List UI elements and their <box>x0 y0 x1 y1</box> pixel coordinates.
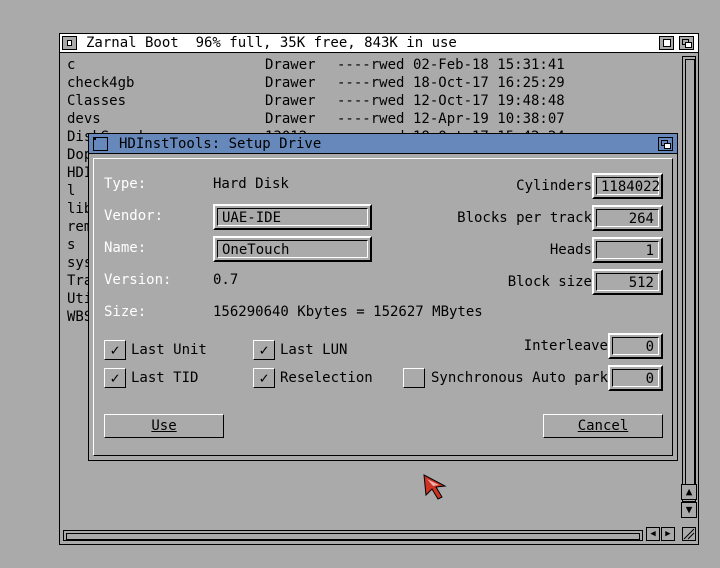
file-name: check4gb <box>67 75 135 91</box>
file-protection: ----rwed <box>337 93 405 109</box>
zoom-icon[interactable] <box>659 36 674 50</box>
last-tid-label: Last TID <box>131 370 199 386</box>
depth-icon[interactable] <box>679 36 694 50</box>
file-date: 12-Apr-19 10:38:07 <box>413 111 565 127</box>
cylinders-value: 1184022 <box>596 177 660 195</box>
version-value: 0.7 <box>213 272 239 288</box>
file-name: l <box>67 183 76 199</box>
dialog-title: HDInstTools: Setup Drive <box>119 136 322 152</box>
file-kind: Drawer <box>265 75 316 91</box>
last-lun-label: Last LUN <box>280 342 348 358</box>
resize-icon[interactable] <box>682 527 696 541</box>
blocks-per-track-field[interactable]: 264 <box>592 205 663 231</box>
last-unit-checkbox[interactable]: ✓ <box>104 340 126 360</box>
interleave-field[interactable]: 0 <box>608 333 663 359</box>
file-date: 18-Oct-17 16:25:29 <box>413 75 565 91</box>
synchronous-label: Synchronous <box>431 370 524 386</box>
reselection-label: Reselection <box>280 370 373 386</box>
auto-park-value: 0 <box>612 369 659 387</box>
cancel-button-label: Cancel <box>577 418 629 434</box>
scroll-left-icon[interactable]: ◀ <box>646 527 660 541</box>
close-icon[interactable] <box>62 36 77 50</box>
drawer-title: Zarnal Boot 96% full, 35K free, 843K in … <box>86 35 457 51</box>
block-size-value: 512 <box>596 273 659 291</box>
last-lun-checkbox[interactable]: ✓ <box>253 340 275 360</box>
scroll-right-icon[interactable]: ▶ <box>661 527 675 541</box>
synchronous-checkbox[interactable] <box>403 368 425 388</box>
use-button[interactable]: Use <box>104 414 224 438</box>
name-label: Name: <box>104 240 147 256</box>
vertical-scrollbar[interactable] <box>682 56 696 502</box>
vertical-scroll-knob[interactable] <box>685 59 695 499</box>
blocks-per-track-value: 264 <box>596 209 659 227</box>
file-kind: Drawer <box>265 93 316 109</box>
close-icon[interactable] <box>93 137 108 151</box>
cancel-button[interactable]: Cancel <box>543 414 663 438</box>
reselection-checkbox[interactable]: ✓ <box>253 368 275 388</box>
name-field[interactable]: OneTouch <box>213 236 372 262</box>
vendor-value: UAE-IDE <box>217 208 368 226</box>
last-unit-label: Last Unit <box>131 342 207 358</box>
vendor-label: Vendor: <box>104 208 164 224</box>
version-label: Version: <box>104 272 172 288</box>
dialog-title-bar[interactable]: HDInstTools: Setup Drive <box>89 134 677 154</box>
file-name: c <box>67 57 76 73</box>
scroll-down-icon[interactable]: ▼ <box>681 502 697 518</box>
horizontal-scroll-knob[interactable] <box>66 533 640 540</box>
dialog-panel: Type: Hard Disk Vendor: UAE-IDE Name: On… <box>93 158 673 456</box>
file-name: devs <box>67 111 101 127</box>
cylinders-label: Cylinders <box>516 178 592 194</box>
size-value: 156290640 Kbytes = 152627 MBytes <box>213 304 483 320</box>
use-button-label: Use <box>151 418 177 434</box>
file-kind: Drawer <box>265 57 316 73</box>
drawer-title-bar[interactable]: Zarnal Boot 96% full, 35K free, 843K in … <box>60 34 698 53</box>
file-protection: ----rwed <box>337 75 405 91</box>
file-protection: ----rwed <box>337 111 405 127</box>
last-tid-checkbox[interactable]: ✓ <box>104 368 126 388</box>
file-date: 12-Oct-17 19:48:48 <box>413 93 565 109</box>
heads-label: Heads <box>549 242 592 258</box>
name-value: OneTouch <box>217 240 368 258</box>
file-protection: ----rwed <box>337 57 405 73</box>
auto-park-field[interactable]: 0 <box>608 365 663 391</box>
interleave-label: Interleave <box>523 338 608 354</box>
block-size-label: Block size <box>507 274 592 290</box>
type-value: Hard Disk <box>213 176 289 192</box>
file-name: Classes <box>67 93 127 109</box>
interleave-value: 0 <box>612 337 659 355</box>
file-date: 02-Feb-18 15:31:41 <box>413 57 565 73</box>
vendor-field[interactable]: UAE-IDE <box>213 204 372 230</box>
file-name: s <box>67 237 76 253</box>
auto-park-label: Auto park <box>532 370 608 386</box>
setup-drive-dialog: HDInstTools: Setup Drive Type: Hard Disk… <box>88 133 678 461</box>
blocks-per-track-label: Blocks per track <box>457 210 592 226</box>
scroll-up-icon[interactable]: ▲ <box>681 484 697 500</box>
cylinders-field[interactable]: 1184022 <box>592 173 663 199</box>
heads-value: 1 <box>596 241 659 259</box>
mouse-pointer-icon <box>423 474 447 500</box>
heads-field[interactable]: 1 <box>592 237 663 263</box>
size-label: Size: <box>104 304 147 320</box>
file-kind: Drawer <box>265 111 316 127</box>
horizontal-scrollbar[interactable] <box>63 530 643 541</box>
depth-icon[interactable] <box>658 137 673 151</box>
type-label: Type: <box>104 176 147 192</box>
block-size-field[interactable]: 512 <box>592 269 663 295</box>
